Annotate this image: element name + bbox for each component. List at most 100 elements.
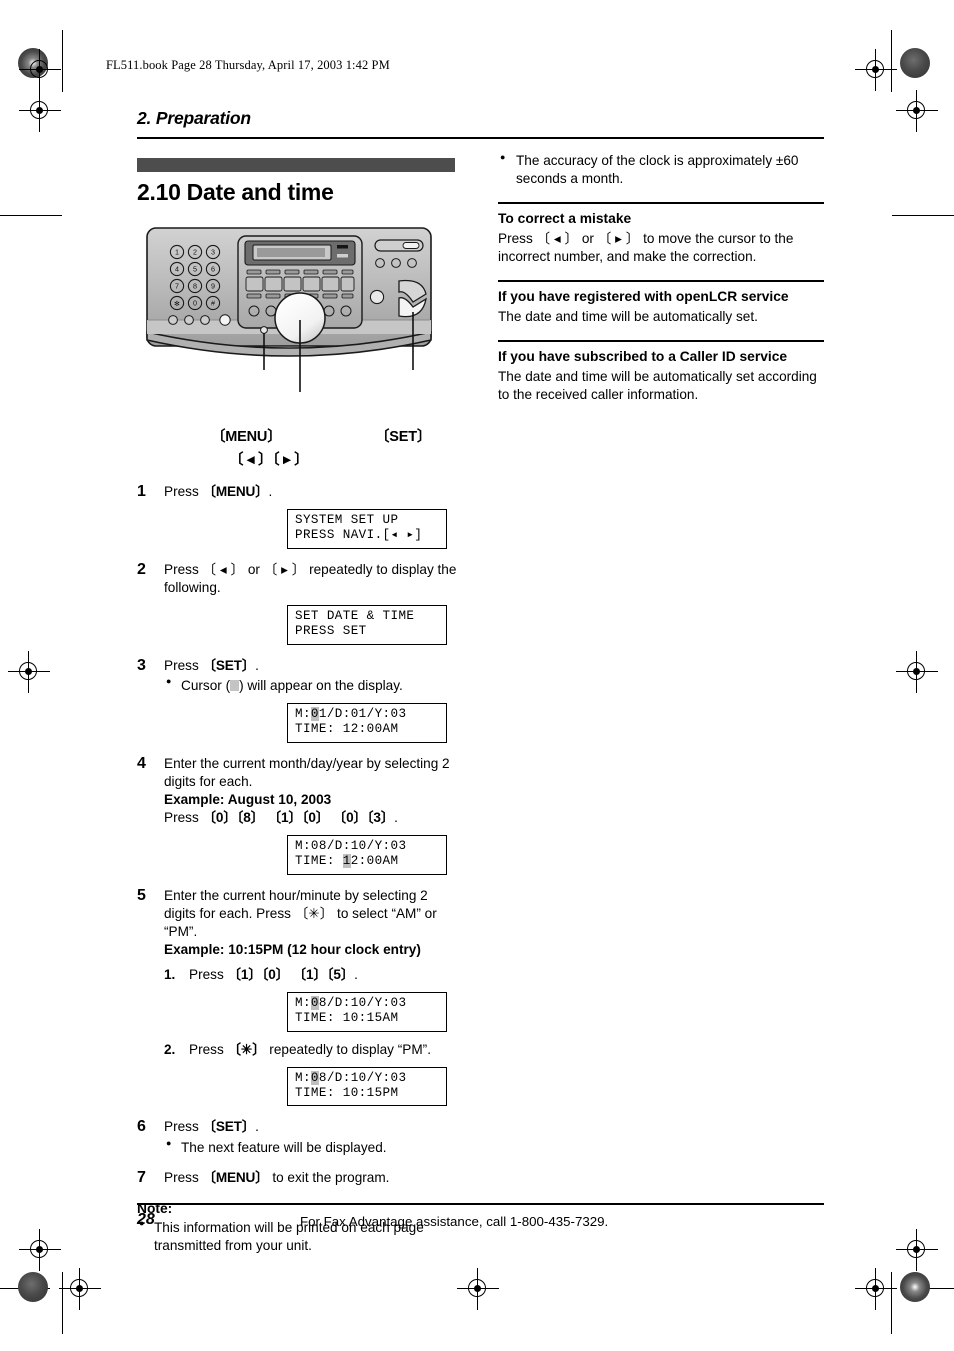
right-column: The accuracy of the clock is approximate…: [498, 152, 824, 404]
lcd-3-line2: TIME: 12:00AM: [295, 722, 399, 737]
svg-text:4: 4: [175, 265, 179, 274]
body-correct-mistake: Press 〔 ◂ 〕 or 〔 ▸ 〕 to move the cursor …: [498, 230, 794, 265]
body-openlcr: The date and time will be automatically …: [498, 308, 758, 324]
registration-mark-upper-right: [896, 90, 938, 132]
registration-mark-top-left: [19, 49, 61, 91]
lcd-5b-pre: M:: [295, 1070, 311, 1085]
callout-set-label: 〔SET〕: [375, 429, 432, 445]
registration-mark-top-right: [855, 49, 897, 91]
step-5-substep-1-text-after: .: [354, 966, 358, 982]
step-5-substep-2-wrap: 2. Press 〔✳〕 repeatedly to display “PM”.: [137, 1041, 462, 1059]
body-caller-id: The date and time will be automatically …: [498, 368, 817, 402]
step-5-substep-2-keys: 〔✳〕: [227, 1041, 266, 1057]
registration-mark-bottom-left: [19, 1229, 61, 1271]
registration-mark-bottom-left-2: [59, 1268, 101, 1310]
step-4: 4 Enter the current month/day/year by se…: [137, 755, 462, 827]
divider-rule-1: [498, 202, 824, 204]
section-bar: [137, 158, 455, 172]
step-3-bullet: Cursor ( ) will appear on the display.: [164, 676, 462, 695]
step-5-substep-2-text-before: Press: [189, 1041, 228, 1057]
footer-note: For Fax Advantage assistance, call 1-800…: [300, 1214, 609, 1229]
lcd-3-pre: M:: [295, 706, 311, 721]
step-4-number: 4: [137, 754, 146, 772]
step-5: 5 Enter the current hour/minute by selec…: [137, 887, 462, 984]
step-5-number: 5: [137, 886, 146, 904]
left-column: 2.10 Date and time 1 2 3 4 5 6 7 8 9 ✻ 0…: [137, 158, 462, 1255]
step-7: 7 Press 〔MENU〕 to exit the program.: [137, 1169, 462, 1187]
step-2: 2 Press 〔 ◂ 〕 or 〔 ▸ 〕 repeatedly to dis…: [137, 561, 462, 597]
step-3: 3 Press 〔SET〕. Cursor () will appear on …: [137, 657, 462, 695]
step-3-text-after: .: [255, 657, 259, 673]
svg-text:#: #: [211, 299, 215, 308]
step-6: 6 Press 〔SET〕. The next feature will be …: [137, 1118, 462, 1156]
svg-text:0: 0: [193, 299, 197, 308]
lcd-display-step-3: M:01/D:01/Y:03 TIME: 12:00AM: [287, 702, 447, 743]
step-4-press-label: Press: [164, 809, 203, 825]
lcd-5b-cursor: 0: [310, 1070, 319, 1085]
trim-mark-top-right-h: [892, 215, 954, 216]
callout-navigator-label: 〔 ◂ 〕〔 ▸ 〕: [229, 452, 309, 468]
step-4-example: Example: August 10, 2003: [164, 791, 332, 807]
registration-mark-upper-left: [19, 90, 61, 132]
book-file-header: FL511.book Page 28 Thursday, April 17, 2…: [106, 58, 390, 72]
step-4-press-keys: 〔0〕〔8〕 〔1〕〔0〕 〔0〕〔3〕: [202, 809, 395, 825]
step-6-text-after: .: [255, 1119, 259, 1135]
step-6-bullet: The next feature will be displayed.: [164, 1138, 462, 1157]
lcd-5b-line2: TIME: 10:15PM: [295, 1086, 399, 1101]
step-5-example: Example: 10:15PM (12 hour clock entry): [164, 941, 421, 957]
halftone-target-bottom-left: [18, 1272, 48, 1302]
divider-rule-3: [498, 340, 824, 342]
lcd-2-line2: PRESS SET: [295, 624, 367, 639]
lcd-5a-post: 8/D:10/Y:03: [318, 995, 407, 1010]
step-3-bullet-after: ) will appear on the display.: [239, 677, 403, 693]
lcd-3-post: 1/D:01/Y:03: [318, 706, 407, 721]
lcd-5a-cursor: 0: [310, 995, 319, 1010]
svg-text:5: 5: [193, 265, 197, 274]
step-2-text: Press 〔 ◂ 〕 or 〔 ▸ 〕 repeatedly to displ…: [164, 561, 457, 595]
lcd-1-line1: SYSTEM SET UP: [295, 513, 399, 528]
lcd-1-line2: PRESS NAVI.[◂ ▸]: [295, 528, 423, 543]
trim-mark-top-left-h: [0, 215, 62, 216]
step-3-text-before: Press: [164, 657, 203, 673]
lcd-5b-post: 8/D:10/Y:03: [318, 1070, 407, 1085]
step-5-text: Enter the current hour/minute by selecti…: [164, 887, 437, 939]
step-4-text: Enter the current month/day/year by sele…: [164, 755, 450, 789]
step-5-substep-1-keys: 〔1〕〔0〕 〔1〕〔5〕: [227, 966, 355, 982]
lcd-display-step-4: M:08/D:10/Y:03 TIME: 12:00AM: [287, 834, 447, 875]
step-5-substep-1: 1. Press 〔1〕〔0〕 〔1〕〔5〕.: [164, 966, 462, 984]
registration-mark-bottom-right: [855, 1268, 897, 1310]
step-3-number: 3: [137, 656, 146, 674]
heading-caller-id: If you have subscribed to a Caller ID se…: [498, 348, 788, 364]
lcd-display-step-1: SYSTEM SET UP PRESS NAVI.[◂ ▸]: [287, 509, 447, 549]
lcd-display-step-5-1: M:08/D:10/Y:03 TIME: 10:15AM: [287, 991, 447, 1032]
step-7-number: 7: [137, 1168, 146, 1186]
step-5-substep-2: 2. Press 〔✳〕 repeatedly to display “PM”.: [164, 1041, 462, 1059]
halftone-target-bottom-right: [900, 1272, 930, 1302]
svg-text:2: 2: [193, 248, 197, 257]
halftone-target-top-right: [900, 48, 930, 78]
lcd-4-line1: M:08/D:10/Y:03: [295, 838, 407, 853]
step-5-substep-1-text-before: Press: [189, 966, 228, 982]
chapter-title: 2. Preparation: [137, 108, 251, 128]
illustration-callouts: 〔MENU〕 〔SET〕 〔 ◂ 〕〔 ▸ 〕: [137, 425, 462, 471]
step-3-bullet-before: Cursor (: [181, 677, 231, 693]
step-1-text-after: .: [268, 484, 273, 499]
lcd-4-pre2: TIME:: [295, 854, 343, 869]
header-rule: [137, 137, 824, 139]
step-2-number: 2: [137, 560, 146, 578]
callout-menu-label: 〔MENU〕: [211, 429, 282, 445]
registration-mark-mid-left: [8, 651, 50, 693]
cursor-block-icon: [230, 679, 240, 691]
lcd-4-post2: 2:00AM: [350, 854, 399, 869]
svg-text:8: 8: [193, 282, 197, 291]
step-1: 1 Press 〔MENU〕.: [137, 483, 462, 501]
step-5-substep-2-text-after: repeatedly to display “PM”.: [265, 1041, 431, 1057]
lcd-3-cursor: 0: [310, 706, 319, 721]
heading-correct-mistake: To correct a mistake: [498, 210, 632, 226]
step-7-key: 〔MENU〕: [202, 1169, 269, 1185]
footer-rule: [137, 1203, 824, 1205]
clock-accuracy-bullet: The accuracy of the clock is approximate…: [498, 152, 824, 188]
svg-text:7: 7: [175, 282, 179, 291]
step-7-text-before: Press: [164, 1169, 203, 1185]
step-1-number: 1: [137, 483, 146, 500]
